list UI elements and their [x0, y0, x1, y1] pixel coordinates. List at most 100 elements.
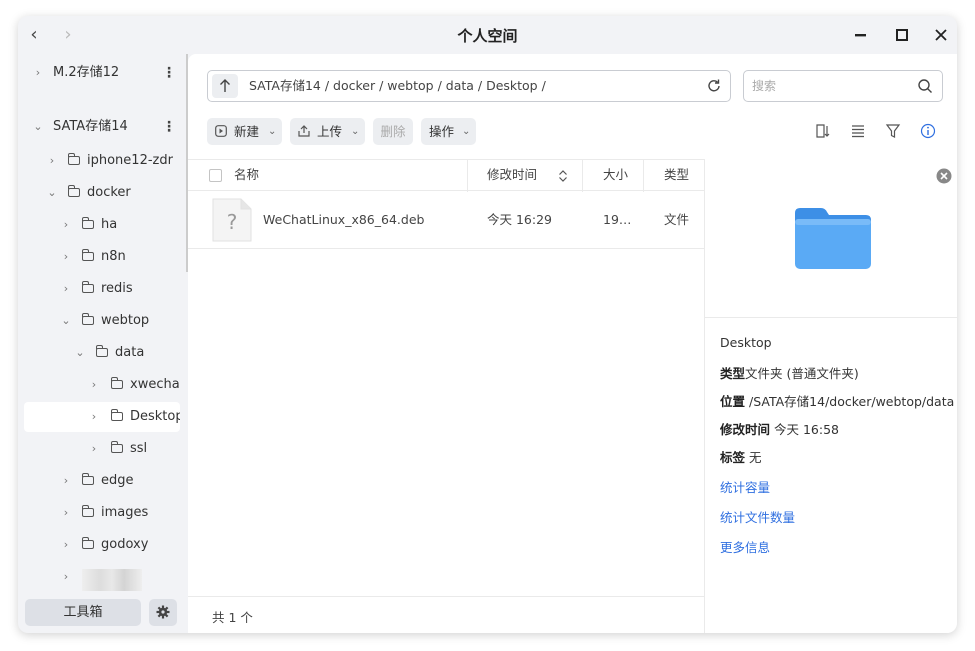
select-all-checkbox[interactable]	[209, 169, 222, 182]
folder-icon	[110, 377, 123, 389]
detail-modified: 修改时间 今天 16:58	[720, 422, 839, 437]
folder-icon	[81, 249, 94, 261]
refresh-icon[interactable]	[706, 78, 722, 94]
detail-separator	[705, 317, 957, 318]
unknown-file-icon: ?	[212, 198, 252, 242]
chevron-right-icon: ›	[63, 570, 69, 583]
search-input[interactable]	[752, 77, 902, 95]
delete-button[interactable]: 删除	[373, 118, 413, 145]
table-row[interactable]: ? WeChatLinux_x86_64.deb 今天 16:29 19… 文件	[188, 191, 704, 249]
chevron-down-icon: ⌄	[351, 126, 360, 137]
chevron-down-icon: ⌄	[33, 120, 43, 133]
list-view-icon[interactable]	[850, 123, 866, 139]
sidebar-item-data[interactable]: ⌄ data	[24, 338, 180, 368]
column-modified[interactable]: 修改时间	[487, 160, 537, 190]
gear-icon	[156, 605, 170, 619]
close-button[interactable]	[931, 25, 951, 45]
column-divider[interactable]	[643, 160, 644, 192]
folder-icon	[110, 441, 123, 453]
sidebar-item-edge[interactable]: › edge	[24, 466, 180, 496]
sidebar-item-desktop[interactable]: › Desktop	[24, 402, 180, 432]
filter-icon[interactable]	[885, 123, 901, 139]
folder-icon	[81, 281, 94, 293]
sidebar-item-redis[interactable]: › redis	[24, 274, 180, 304]
chevron-down-icon: ⌄	[268, 126, 277, 137]
info-icon[interactable]	[920, 123, 936, 139]
chevron-right-icon: ›	[91, 442, 97, 455]
item-count: 共 1 个	[212, 610, 253, 625]
stat-file-count-link[interactable]: 统计文件数量	[720, 507, 795, 526]
chevron-down-icon: ⌄	[61, 314, 71, 327]
more-options-icon[interactable]: ⋮	[162, 112, 176, 142]
chevron-down-icon: ⌄	[462, 126, 471, 137]
column-name[interactable]: 名称	[234, 160, 259, 190]
sidebar-item-m2-storage[interactable]: › M.2存储12 ⋮	[24, 58, 180, 88]
sort-icon[interactable]	[815, 123, 831, 139]
go-up-button[interactable]	[212, 74, 238, 98]
column-divider[interactable]	[467, 160, 468, 192]
sidebar-item-n8n[interactable]: › n8n	[24, 242, 180, 272]
chevron-down-icon: ⌄	[47, 186, 57, 199]
folder-icon	[81, 473, 94, 485]
more-info-link[interactable]: 更多信息	[720, 537, 770, 556]
folder-icon	[81, 313, 94, 325]
sidebar-item-sata-storage[interactable]: ⌄ SATA存储14 ⋮	[24, 112, 180, 142]
settings-button[interactable]	[149, 599, 177, 626]
new-file-icon	[215, 125, 227, 137]
minimize-button[interactable]	[851, 25, 871, 45]
folder-icon	[67, 185, 80, 197]
file-modified: 今天 16:29	[487, 212, 552, 227]
chevron-right-icon: ›	[63, 282, 69, 295]
file-size: 19…	[603, 212, 632, 227]
column-divider[interactable]	[582, 160, 583, 192]
sidebar-item-redacted[interactable]: ›	[24, 562, 180, 592]
chevron-right-icon: ›	[63, 218, 69, 231]
detail-tags: 标签 无	[720, 450, 762, 465]
sidebar-item-ssl[interactable]: › ssl	[24, 434, 180, 464]
actions-button[interactable]: 操作 ⌄	[421, 118, 476, 145]
search-icon[interactable]	[917, 78, 933, 94]
file-manager-window: ‹ › 个人空间 › M.2存储12 ⋮ ⌄ SATA存储14 ⋮ › ipho…	[18, 16, 957, 633]
detail-type: 类型文件夹 (普通文件夹)	[720, 366, 859, 381]
table-header: 名称 修改时间 大小 类型	[188, 159, 704, 192]
main-panel: SATA存储14 / docker / webtop / data / Desk…	[188, 54, 957, 633]
sidebar-item-webtop[interactable]: ⌄ webtop	[24, 306, 180, 336]
chevron-right-icon: ›	[63, 250, 69, 263]
folder-icon	[110, 409, 123, 421]
close-detail-icon[interactable]	[936, 168, 952, 184]
folder-icon	[95, 345, 108, 357]
sidebar-item-ha[interactable]: › ha	[24, 210, 180, 240]
sort-arrows-icon[interactable]	[558, 169, 568, 183]
title-bar: ‹ › 个人空间	[18, 16, 957, 54]
chevron-right-icon: ›	[63, 474, 69, 487]
file-type: 文件	[664, 212, 690, 227]
detail-name: Desktop	[720, 335, 772, 350]
chevron-right-icon: ›	[63, 506, 69, 519]
folder-icon	[81, 217, 94, 229]
path-bar[interactable]: SATA存储14 / docker / webtop / data / Desk…	[207, 70, 731, 102]
search-box[interactable]	[743, 70, 943, 102]
toolbox-button[interactable]: 工具箱	[25, 599, 141, 626]
file-name: WeChatLinux_x86_64.deb	[263, 212, 425, 227]
chevron-right-icon: ›	[91, 378, 97, 391]
chevron-right-icon: ›	[91, 410, 97, 423]
detail-panel: Desktop 类型文件夹 (普通文件夹) 位置 /SATA存储14/docke…	[705, 159, 957, 633]
detail-location: 位置 /SATA存储14/docker/webtop/data	[720, 394, 955, 409]
chevron-right-icon: ›	[35, 66, 41, 79]
more-options-icon[interactable]: ⋮	[162, 58, 176, 88]
upload-button[interactable]: 上传 ⌄	[290, 118, 365, 145]
breadcrumb[interactable]: SATA存储14 / docker / webtop / data / Desk…	[249, 71, 546, 101]
sidebar-item-images[interactable]: › images	[24, 498, 180, 528]
sidebar-item-iphone12[interactable]: › iphone12-zdr	[24, 146, 180, 176]
stat-capacity-link[interactable]: 统计容量	[720, 477, 770, 496]
sidebar-item-xwechat[interactable]: › xwechat_	[24, 370, 180, 400]
sidebar-item-docker[interactable]: ⌄ docker	[24, 178, 180, 208]
new-button[interactable]: 新建 ⌄	[207, 118, 282, 145]
column-size[interactable]: 大小	[603, 160, 628, 190]
folder-icon	[81, 505, 94, 517]
sidebar-item-godoxy[interactable]: › godoxy	[24, 530, 180, 560]
footer-divider	[188, 596, 704, 597]
folder-icon	[67, 153, 80, 165]
column-type[interactable]: 类型	[664, 160, 689, 190]
maximize-button[interactable]	[892, 25, 912, 45]
